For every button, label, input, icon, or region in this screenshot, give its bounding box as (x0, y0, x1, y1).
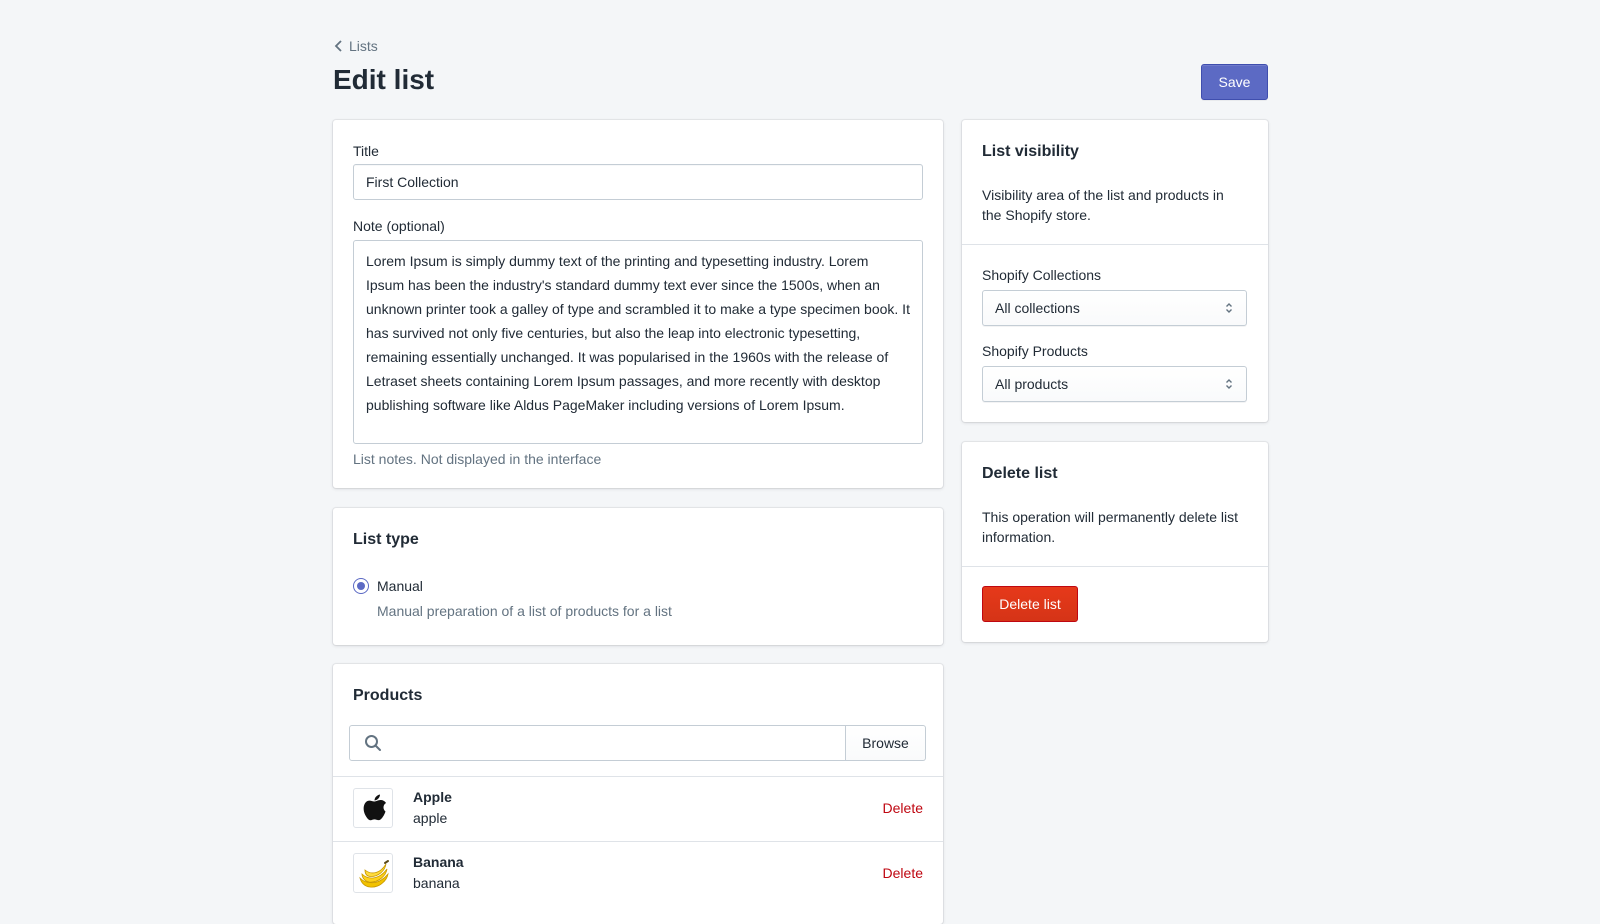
note-help-text: List notes. Not displayed in the interfa… (353, 451, 602, 467)
product-search-input[interactable] (349, 725, 846, 761)
select-arrows-icon (1226, 303, 1232, 313)
manual-radio-option[interactable]: Manual (353, 578, 423, 594)
note-label: Note (optional) (353, 218, 445, 234)
visibility-card: List visibility Visibility area of the l… (962, 120, 1268, 422)
delete-heading: Delete list (982, 465, 1058, 482)
manual-radio-help: Manual preparation of a list of products… (377, 603, 672, 619)
product-search: Browse (349, 725, 926, 761)
divider (962, 566, 1268, 567)
product-row-apple: Apple apple Delete (333, 776, 943, 841)
divider (962, 244, 1268, 245)
select-arrows-icon (1226, 379, 1232, 389)
product-name: Apple (413, 789, 452, 805)
manual-radio-label: Manual (377, 578, 423, 594)
manual-radio[interactable] (353, 578, 369, 594)
note-textarea[interactable]: Lorem Ipsum is simply dummy text of the … (353, 240, 923, 444)
product-row-banana: Banana banana Delete (333, 841, 943, 906)
products-select-label: Shopify Products (982, 343, 1088, 359)
products-heading: Products (353, 687, 423, 704)
delete-product-button[interactable]: Delete (883, 800, 923, 816)
browse-button[interactable]: Browse (846, 725, 926, 761)
products-card: Products Browse Apple apple Delete Banan… (333, 664, 943, 924)
apple-logo-icon (353, 788, 393, 828)
collections-label: Shopify Collections (982, 267, 1102, 283)
list-type-card: List type Manual Manual preparation of a… (333, 508, 943, 645)
collections-select[interactable]: All collections (982, 290, 1247, 326)
products-select[interactable]: All products (982, 366, 1247, 402)
save-button[interactable]: Save (1201, 64, 1268, 100)
delete-card: Delete list This operation will permanen… (962, 442, 1268, 642)
list-type-heading: List type (353, 531, 419, 548)
visibility-description: Visibility area of the list and products… (982, 187, 1224, 223)
details-card: Title Note (optional) Lorem Ipsum is sim… (333, 120, 943, 488)
breadcrumb[interactable]: Lists (333, 38, 378, 54)
banana-icon (353, 853, 393, 893)
title-input[interactable] (353, 164, 923, 200)
product-handle: banana (413, 875, 460, 891)
chevron-left-icon (334, 40, 342, 52)
page-title: Edit list (333, 64, 435, 95)
products-select-value: All products (995, 376, 1069, 392)
delete-description: This operation will permanently delete l… (982, 509, 1239, 545)
search-icon (365, 735, 381, 751)
delete-list-button[interactable]: Delete list (982, 586, 1078, 622)
product-name: Banana (413, 854, 464, 870)
delete-product-button[interactable]: Delete (883, 865, 923, 881)
collections-select-value: All collections (995, 300, 1080, 316)
title-label: Title (353, 143, 379, 159)
breadcrumb-label: Lists (349, 38, 378, 54)
visibility-heading: List visibility (982, 143, 1079, 160)
product-handle: apple (413, 810, 448, 826)
